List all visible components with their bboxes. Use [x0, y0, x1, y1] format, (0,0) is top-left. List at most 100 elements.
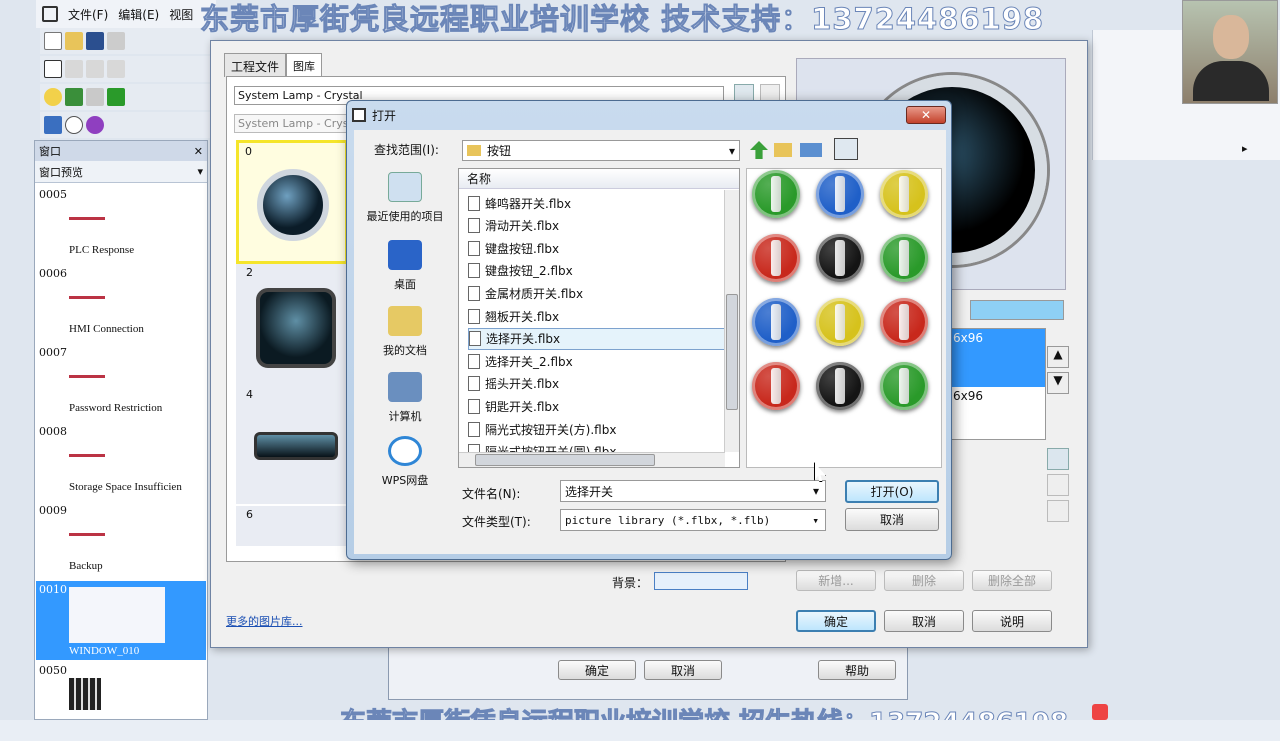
file-list-hscrollbar[interactable]: [459, 452, 725, 467]
window-number: 0006: [39, 267, 67, 280]
switch-preview-image: [752, 362, 800, 410]
side-tool-icon-1[interactable]: [1047, 448, 1069, 470]
file-list-item[interactable]: 翘板开关.flbx: [468, 305, 726, 327]
more-libraries-link[interactable]: 更多的图片库...: [226, 613, 303, 629]
place-wps-cloud[interactable]: WPS网盘: [360, 436, 450, 488]
place-computer[interactable]: 计算机: [360, 372, 450, 424]
open-button[interactable]: 打开(O): [845, 480, 939, 503]
background-select[interactable]: [654, 572, 748, 590]
delete-button[interactable]: 删除: [884, 570, 964, 591]
pie-icon[interactable]: [86, 116, 104, 134]
window-preview-dropdown[interactable]: 窗口预览 ▾: [35, 161, 207, 183]
open-icon[interactable]: [65, 32, 83, 50]
file-name: 金属材质开关.flbx: [485, 286, 584, 301]
cut-icon[interactable]: [107, 32, 125, 50]
file-list-item[interactable]: 选择开关_2.flbx: [468, 350, 726, 372]
place-desktop[interactable]: 桌面: [360, 240, 450, 292]
view-menu-icon[interactable]: [800, 143, 822, 157]
ok-button[interactable]: 确定: [796, 610, 876, 632]
side-tool-icon-3[interactable]: [1047, 500, 1069, 522]
filename-input[interactable]: 选择开关 ▾: [560, 480, 826, 502]
cancel-button[interactable]: 取消: [884, 610, 964, 632]
switch-preview-image: [880, 234, 928, 282]
scroll-thumb[interactable]: [475, 454, 655, 466]
file-list-item[interactable]: 键盘按钮_2.flbx: [468, 260, 726, 282]
library-select-2[interactable]: System Lamp - Crystal: [234, 114, 354, 133]
file-list-item[interactable]: 键盘按钮.flbx: [468, 237, 726, 259]
place-documents[interactable]: 我的文档: [360, 306, 450, 358]
move-up-button[interactable]: ▲: [1047, 346, 1069, 368]
gauge-icon[interactable]: [65, 116, 83, 134]
thumb-2[interactable]: 2: [236, 264, 348, 392]
file-list-item[interactable]: 隔光式按钮开关(方).flbx: [468, 418, 726, 440]
file-list-item[interactable]: 钥匙开关.flbx: [468, 395, 726, 417]
polyline-icon[interactable]: [86, 60, 104, 78]
window-item-0005[interactable]: 0005 PLC Response: [36, 186, 206, 265]
sogou-icon[interactable]: [1092, 704, 1108, 720]
size-item[interactable]: 6x96: [947, 329, 1045, 387]
outer-help-button[interactable]: 帮助: [818, 660, 896, 680]
size-list[interactable]: 6x96 6x96: [946, 328, 1046, 440]
file-name: 滑动开关.flbx: [485, 219, 560, 234]
filetype-select[interactable]: picture library (*.flbx, *.flb) ▾: [560, 509, 826, 531]
thumb-4[interactable]: 4: [236, 386, 348, 504]
switch-preview-image: [752, 234, 800, 282]
switch-preview-image: [880, 298, 928, 346]
tab-library[interactable]: 图库: [286, 53, 323, 77]
rect-icon[interactable]: [107, 60, 125, 78]
file-icon: [468, 285, 480, 301]
place-recent[interactable]: 最近使用的项目: [360, 172, 450, 224]
window-thumbnail: [69, 587, 165, 643]
scroll-thumb[interactable]: [726, 294, 738, 410]
word-icon[interactable]: [86, 88, 104, 106]
window-item-0008[interactable]: 0008 Storage Space Insufficien: [36, 423, 206, 502]
window-item-0007[interactable]: 0007 Password Restriction: [36, 344, 206, 423]
new-button[interactable]: 新增...: [796, 570, 876, 591]
chevron-down-icon: ▾: [812, 513, 819, 527]
delete-all-button[interactable]: 删除全部: [972, 570, 1052, 591]
menu-file[interactable]: 文件(F): [68, 6, 108, 23]
new-folder-icon[interactable]: [774, 143, 792, 157]
pointer-icon[interactable]: [44, 60, 62, 78]
open-cancel-button[interactable]: 取消: [845, 508, 939, 531]
save-icon[interactable]: [86, 32, 104, 50]
window-item-0050[interactable]: 0050: [36, 662, 206, 741]
file-list-item[interactable]: 摇头开关.flbx: [468, 373, 726, 395]
close-button[interactable]: ✕: [906, 106, 946, 124]
window-panel-title: 窗口: [39, 145, 61, 158]
outer-ok-button[interactable]: 确定: [558, 660, 636, 680]
outer-cancel-button[interactable]: 取消: [644, 660, 722, 680]
file-list-vscrollbar[interactable]: [724, 190, 739, 452]
file-list-item[interactable]: 金属材质开关.flbx: [468, 282, 726, 304]
thumb-6[interactable]: 6: [236, 506, 348, 546]
chart-icon[interactable]: [44, 116, 62, 134]
move-down-button[interactable]: ▼: [1047, 372, 1069, 394]
close-icon[interactable]: ✕: [194, 145, 203, 158]
thumb-number: 2: [246, 266, 253, 279]
tab-project-files[interactable]: 工程文件: [224, 53, 287, 77]
new-icon[interactable]: [44, 32, 62, 50]
chevron-down-icon: ▾: [197, 165, 203, 178]
size-item[interactable]: 6x96: [947, 387, 1045, 405]
window-item-0010[interactable]: 0010 WINDOW_010: [36, 581, 206, 660]
window-item-0009[interactable]: 0009 Backup: [36, 502, 206, 581]
switch-icon[interactable]: [65, 88, 83, 106]
lookin-select[interactable]: 按钮 ▾: [462, 140, 740, 161]
file-list-item[interactable]: 滑动开关.flbx: [468, 215, 726, 237]
file-name: 翘板开关.flbx: [485, 309, 560, 324]
thumb-0[interactable]: 0: [236, 140, 348, 264]
menu-edit[interactable]: 编辑(E): [118, 6, 159, 23]
column-header-name[interactable]: 名称: [459, 169, 739, 189]
menu-view[interactable]: 视图: [169, 6, 193, 23]
scroll-right-icon[interactable]: ▸: [1242, 142, 1248, 155]
help-button[interactable]: 说明: [972, 610, 1052, 632]
file-list-item[interactable]: 蜂鸣器开关.flbx: [468, 192, 726, 214]
lamp-icon[interactable]: [44, 88, 62, 106]
side-tool-icon-2[interactable]: [1047, 474, 1069, 496]
preview-toggle-icon[interactable]: [834, 138, 858, 160]
diamond-icon[interactable]: [107, 88, 125, 106]
color-select[interactable]: [970, 300, 1064, 320]
file-list-item[interactable]: 选择开关.flbx: [468, 327, 726, 350]
line-icon[interactable]: [65, 60, 83, 78]
window-item-0006[interactable]: 0006 HMI Connection: [36, 265, 206, 344]
